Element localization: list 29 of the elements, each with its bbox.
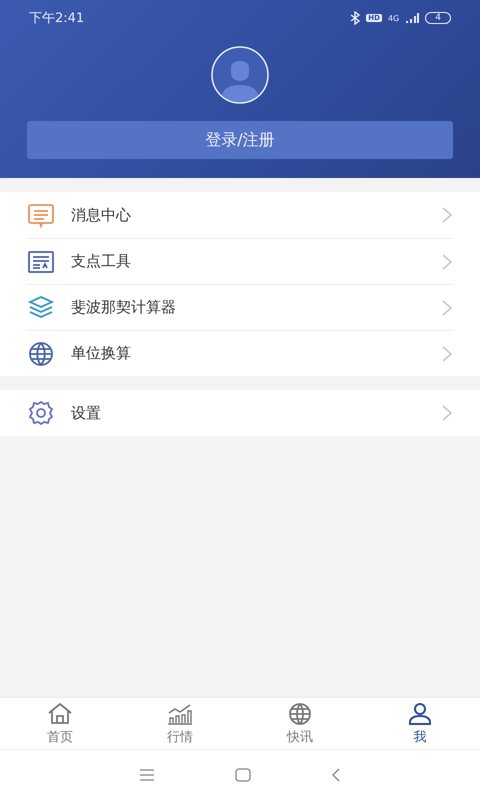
- signal-icon: [405, 12, 420, 24]
- menu-item-label[interactable]: 斐波那契计算器: [71, 298, 441, 317]
- settings-icon: [27, 399, 55, 427]
- tab[interactable]: 快讯: [240, 698, 360, 749]
- globe-icon: [27, 340, 55, 368]
- chevron-icon: [441, 206, 453, 224]
- tab[interactable]: 行情: [120, 698, 240, 749]
- network-type: 4G: [388, 14, 400, 22]
- chevron-icon: [441, 404, 453, 422]
- menu-icon[interactable]: [139, 769, 155, 781]
- chart-icon: [167, 702, 193, 726]
- menu-item-label[interactable]: 单位换算: [71, 344, 441, 363]
- battery-level: 4: [425, 12, 451, 24]
- menu-item-label[interactable]: 支点工具: [71, 252, 441, 271]
- home-square-icon[interactable]: [235, 768, 251, 782]
- menu-item-label[interactable]: 消息中心: [71, 206, 441, 224]
- tab[interactable]: 我: [360, 698, 480, 749]
- globe-icon: [287, 702, 313, 726]
- home-icon: [47, 702, 73, 726]
- bluetooth-icon: [350, 11, 360, 25]
- chevron-icon: [441, 298, 453, 316]
- message-icon: [27, 201, 55, 229]
- status-time: 下午2:41: [29, 10, 84, 27]
- back-icon[interactable]: [331, 768, 341, 782]
- user-icon: [407, 702, 433, 726]
- chevron-icon: [441, 252, 453, 270]
- chevron-icon: [441, 344, 453, 362]
- tab[interactable]: 首页: [0, 698, 120, 749]
- login-button[interactable]: 登录/注册: [27, 121, 453, 159]
